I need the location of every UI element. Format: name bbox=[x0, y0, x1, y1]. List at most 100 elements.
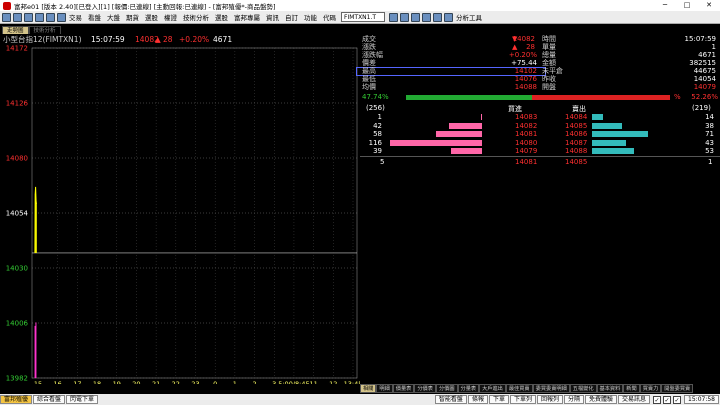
menu-functions[interactable]: 功能 bbox=[301, 12, 320, 22]
last-bid-qty: 5 bbox=[380, 158, 385, 166]
close-button[interactable]: ✕ bbox=[698, 0, 720, 11]
status-messages[interactable]: 交易訊息 bbox=[618, 395, 651, 404]
detail-tab[interactable]: 價量表 bbox=[392, 384, 415, 393]
detail-tab[interactable]: 大戶進出 bbox=[479, 384, 506, 393]
bid-volume-bar bbox=[436, 131, 482, 137]
y-tick-label: 14054 bbox=[6, 210, 29, 218]
quote-value: 14079 bbox=[693, 83, 716, 91]
window-title: 富邦e01 [版本 2.40][已登入][1] [報價:已連線] [主動回報:已… bbox=[14, 2, 276, 11]
status-ticker[interactable]: 條報 bbox=[467, 395, 488, 404]
menu-watch[interactable]: 看盤 bbox=[85, 12, 104, 22]
ask-volume-bar bbox=[592, 139, 626, 146]
detail-tab[interactable]: 委買委賣明細 bbox=[532, 384, 570, 393]
status-report-bar[interactable]: 回報列 bbox=[536, 395, 563, 404]
ask-volume-bar bbox=[592, 122, 622, 129]
buy-ratio-bar bbox=[406, 95, 532, 100]
status-clock: 15:07:58 bbox=[684, 395, 719, 404]
menu-options[interactable]: 選股 bbox=[142, 12, 161, 22]
detail-tab[interactable]: 明細 bbox=[376, 384, 393, 393]
monitor-icon[interactable] bbox=[389, 12, 398, 22]
buy-sell-ratio: 47.74% % 52.26% bbox=[360, 93, 720, 102]
minimize-button[interactable]: ─ bbox=[654, 0, 676, 11]
x-tick-label: 16 bbox=[54, 380, 62, 384]
alert-icon[interactable] bbox=[422, 12, 431, 22]
checkbox-icon[interactable]: ✓ bbox=[653, 395, 662, 404]
ask-price: 14088 bbox=[565, 147, 588, 155]
menu-screener[interactable]: 選股 bbox=[212, 12, 231, 22]
x-tick-label: 1 bbox=[233, 380, 237, 384]
app-logo-icon bbox=[3, 1, 11, 10]
status-smart[interactable]: 智能看盤 bbox=[434, 395, 467, 404]
order-icon[interactable] bbox=[35, 12, 44, 22]
checkbox-icon[interactable]: ✓ bbox=[663, 395, 672, 404]
product-name: 小型台指12(FIMTXN1) bbox=[3, 35, 82, 44]
detail-tab[interactable]: 相關 bbox=[360, 384, 377, 393]
detail-tab[interactable]: 最佳買賣 bbox=[505, 384, 533, 393]
x-tick-label: 23 bbox=[191, 380, 199, 384]
ask-total: (219) bbox=[692, 104, 711, 112]
back-icon[interactable] bbox=[57, 12, 66, 22]
quote-panel: 成交 ▼ 14082 時間 15:07:59 漲跌 ▲ 28 單量 1 漲跌幅 +0.20% 總量 467… bbox=[356, 34, 720, 167]
ask-volume-bar bbox=[592, 131, 648, 137]
status-order[interactable]: 下單 bbox=[488, 395, 509, 404]
maximize-button[interactable]: □ bbox=[676, 0, 698, 11]
taskbar-fubon[interactable]: 富邦殖優 bbox=[0, 395, 33, 404]
menu-custom[interactable]: 自訂 bbox=[282, 12, 301, 22]
chart-icon[interactable] bbox=[400, 12, 409, 22]
detail-tab[interactable]: 買賣力 bbox=[639, 384, 662, 393]
tab-technical[interactable]: 技術分析 bbox=[28, 26, 61, 34]
menu-warrants[interactable]: 權證 bbox=[161, 12, 180, 22]
detail-tab[interactable]: 分價圖 bbox=[435, 384, 458, 393]
detail-tab[interactable]: 五檔變化 bbox=[569, 384, 597, 393]
bid-price: 14079 bbox=[515, 147, 538, 155]
code-input[interactable]: FIMTXN1.T bbox=[341, 12, 385, 22]
x-tick-label: 21 bbox=[152, 380, 160, 384]
menu-technical[interactable]: 技術分析 bbox=[180, 12, 212, 22]
home-icon[interactable] bbox=[2, 12, 11, 22]
detail-tab[interactable]: 開盤委買賣 bbox=[661, 384, 694, 393]
status-order-bar[interactable]: 下單列 bbox=[509, 395, 536, 404]
status-split[interactable]: 分隔 bbox=[564, 395, 585, 404]
menu-info[interactable]: 資訊 bbox=[263, 12, 282, 22]
y-tick-label: 14006 bbox=[6, 320, 29, 328]
ask-volume-bar bbox=[592, 148, 634, 154]
news-icon[interactable] bbox=[411, 12, 420, 22]
menu-market[interactable]: 大盤 bbox=[104, 12, 123, 22]
last-trade-row: 5 14081 14085 1 bbox=[360, 158, 720, 167]
print-icon[interactable] bbox=[46, 12, 55, 22]
analysis-icon[interactable] bbox=[444, 12, 453, 22]
total-volume: 4671 bbox=[213, 35, 233, 44]
x-tick-label: 3 bbox=[272, 380, 276, 384]
menu-fubon[interactable]: 富邦專屬 bbox=[231, 12, 263, 22]
y-tick-label: 14030 bbox=[6, 265, 28, 273]
detail-tab[interactable]: 新聞 bbox=[623, 384, 640, 393]
taskbar-overview[interactable]: 綜合看盤 bbox=[33, 395, 66, 404]
window-controls: ─ □ ✕ bbox=[654, 0, 720, 11]
menu-futures[interactable]: 期貨 bbox=[123, 12, 142, 22]
chart-series bbox=[34, 186, 37, 378]
pointer-icon[interactable] bbox=[433, 12, 442, 22]
detail-tab[interactable]: 分價表 bbox=[414, 384, 436, 393]
x-tick-label: 20 bbox=[132, 380, 140, 384]
tab-trend[interactable]: 走勢圖 bbox=[2, 26, 29, 34]
x-tick-label: 12 bbox=[329, 380, 337, 384]
chart-tabstrip: 走勢圖 技術分析 bbox=[0, 25, 360, 34]
bid-qty: 39 bbox=[373, 147, 382, 155]
status-trial[interactable]: 免費體驗 bbox=[585, 395, 618, 404]
detail-tab[interactable]: 分量表 bbox=[457, 384, 480, 393]
analysis-tools-menu[interactable]: 分析工具 bbox=[453, 12, 485, 22]
last-bid-price: 14081 bbox=[515, 158, 538, 166]
intraday-chart[interactable]: 14172 14126 14080 14054 14030 14006 13982 15 16… bbox=[0, 45, 360, 384]
layout-icon[interactable] bbox=[13, 12, 22, 22]
menu-trade[interactable]: 交易 bbox=[66, 12, 85, 22]
bid-volume-bar bbox=[451, 148, 482, 154]
ask-volume-bar bbox=[592, 114, 603, 120]
title-bar: 富邦e01 [版本 2.40][已登入][1] [報價:已連線] [主動回報:已… bbox=[0, 0, 720, 11]
detail-tab[interactable]: 基本資料 bbox=[596, 384, 624, 393]
menu-bar: 交易 看盤 大盤 期貨 選股 權證 技術分析 選股 富邦專屬 資訊 自訂 功能 … bbox=[0, 11, 720, 24]
quote-icon[interactable] bbox=[24, 12, 33, 22]
taskbar-flash-order[interactable]: 閃電下單 bbox=[66, 395, 99, 404]
y-tick-label: 14080 bbox=[6, 155, 28, 163]
book-row: 39 14079 14088 53 bbox=[360, 147, 720, 156]
checkbox-icon[interactable]: ✓ bbox=[673, 395, 682, 404]
